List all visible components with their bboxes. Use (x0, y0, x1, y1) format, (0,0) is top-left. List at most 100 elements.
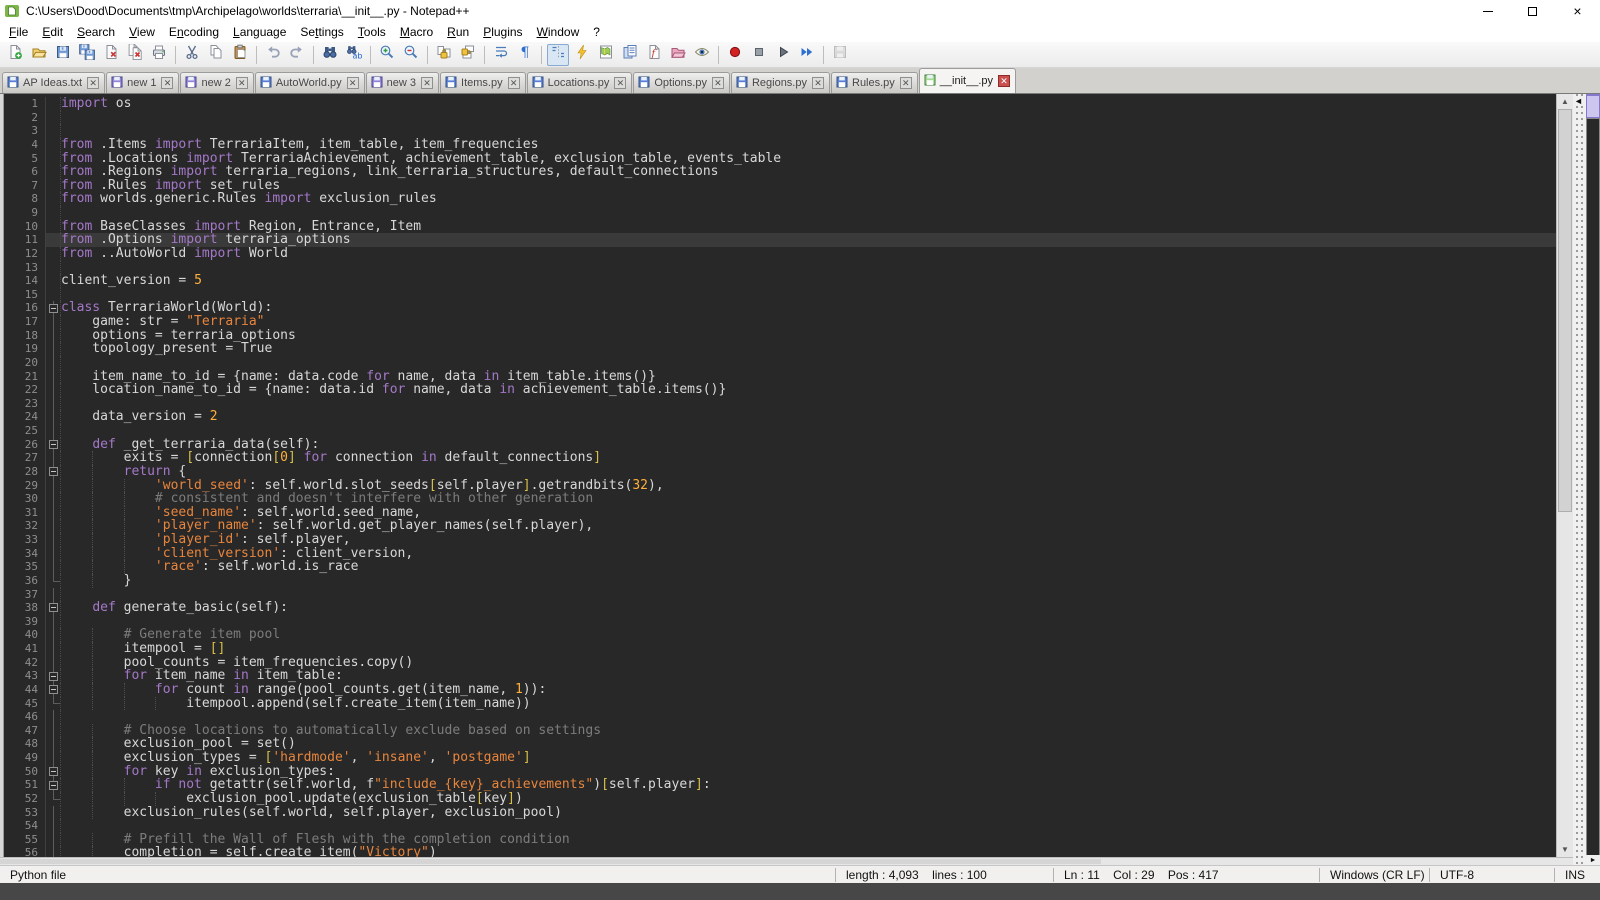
secondary-view-sliver[interactable]: ► (1586, 94, 1600, 865)
fold-marker[interactable] (46, 465, 61, 479)
fold-marker[interactable] (46, 778, 61, 792)
fold-collapse-icon[interactable] (49, 672, 58, 681)
horizontal-scrollbar[interactable] (0, 857, 1573, 865)
tab-close-icon[interactable]: ✕ (998, 75, 1010, 87)
close-all-button[interactable] (124, 44, 146, 66)
tab-close-icon[interactable]: ✕ (614, 77, 626, 89)
save-button[interactable] (52, 44, 74, 66)
sync-vertical-button[interactable] (433, 44, 455, 66)
show-indent-guide-button[interactable] (547, 44, 569, 66)
macro-play-button[interactable] (772, 44, 794, 66)
sync-horizontal-button[interactable] (457, 44, 479, 66)
tab-close-icon[interactable]: ✕ (87, 77, 99, 89)
close-button[interactable] (100, 44, 122, 66)
menu-?[interactable]: ? (586, 23, 607, 41)
menu-plugins[interactable]: Plugins (476, 23, 529, 41)
tab-new-3[interactable]: new 3✕ (366, 72, 439, 93)
macro-run-multiple-button[interactable] (796, 44, 818, 66)
function-list-button[interactable]: f (643, 44, 665, 66)
undo-button[interactable] (262, 44, 284, 66)
word-wrap-button[interactable] (490, 44, 512, 66)
fold-collapse-icon[interactable] (49, 603, 58, 612)
minimize-button[interactable] (1465, 0, 1510, 22)
macro-record-button[interactable] (724, 44, 746, 66)
fold-marker[interactable] (46, 601, 61, 615)
macro-stop-button[interactable] (748, 44, 770, 66)
tab-locations-py[interactable]: Locations.py✕ (527, 72, 633, 93)
tab-new-1[interactable]: new 1✕ (106, 72, 179, 93)
menu-file[interactable]: File (2, 23, 35, 41)
menu-macro[interactable]: Macro (393, 23, 440, 41)
fold-collapse-icon[interactable] (49, 685, 58, 694)
fold-collapse-icon[interactable] (49, 304, 58, 313)
fold-marker[interactable] (46, 765, 61, 779)
menu-settings[interactable]: Settings (293, 23, 350, 41)
zoom-in-button[interactable] (376, 44, 398, 66)
close-button[interactable]: × (1555, 0, 1600, 22)
vertical-scrollbar[interactable]: ▲ ▼ (1556, 94, 1573, 857)
menu-encoding[interactable]: Encoding (162, 23, 226, 41)
view-splitter[interactable]: ◄ (1573, 94, 1586, 865)
menu-window[interactable]: Window (530, 23, 587, 41)
fold-marker[interactable] (46, 669, 61, 683)
tab-close-icon[interactable]: ✕ (347, 77, 359, 89)
document-list-button[interactable] (619, 44, 641, 66)
redo-button[interactable] (286, 44, 308, 66)
fold-collapse-icon[interactable] (49, 781, 58, 790)
scroll-down-arrow-icon[interactable]: ▼ (1557, 842, 1573, 857)
maximize-button[interactable] (1510, 0, 1555, 22)
secondary-view-tab-fragment[interactable] (1586, 94, 1600, 118)
fold-marker[interactable] (46, 683, 61, 697)
fold-collapse-icon[interactable] (49, 767, 58, 776)
tab-close-icon[interactable]: ✕ (421, 77, 433, 89)
tab-autoworld-py[interactable]: AutoWorld.py✕ (255, 72, 365, 93)
show-all-characters-button[interactable]: ¶ (514, 44, 536, 66)
tab-close-icon[interactable]: ✕ (161, 77, 173, 89)
tab-new-2[interactable]: new 2✕ (180, 72, 253, 93)
menu-view[interactable]: View (122, 23, 162, 41)
menu-language[interactable]: Language (226, 23, 293, 41)
menu-run[interactable]: Run (440, 23, 476, 41)
tab-init-py[interactable]: __init__.py✕ (919, 68, 1016, 93)
macro-save-button[interactable] (829, 44, 851, 66)
print-button[interactable] (148, 44, 170, 66)
floppy-icon (445, 76, 457, 91)
tab-ap-ideas-txt[interactable]: AP Ideas.txt✕ (2, 72, 105, 93)
copy-button[interactable] (205, 44, 227, 66)
tab-close-icon[interactable]: ✕ (900, 77, 912, 89)
fold-collapse-icon[interactable] (49, 467, 58, 476)
horizontal-scroll-thumb[interactable] (0, 859, 1101, 864)
tab-close-icon[interactable]: ✕ (508, 77, 520, 89)
save-all-button[interactable] (76, 44, 98, 66)
find-button[interactable] (319, 44, 341, 66)
secondary-scroll-right-icon[interactable]: ► (1586, 855, 1600, 865)
document-map-button[interactable] (595, 44, 617, 66)
vertical-scroll-thumb[interactable] (1558, 109, 1572, 512)
fold-collapse-icon[interactable] (49, 440, 58, 449)
menu-search[interactable]: Search (70, 23, 122, 41)
fold-marker[interactable] (46, 301, 61, 315)
fold-marker[interactable] (46, 438, 61, 452)
tab-scroll-left-icon[interactable]: ◄ (1574, 96, 1583, 106)
new-file-button[interactable] (4, 44, 26, 66)
code-editor[interactable]: 1import os234from .Items import Terraria… (4, 94, 1556, 857)
tab-regions-py[interactable]: Regions.py✕ (731, 72, 830, 93)
menu-tools[interactable]: Tools (351, 23, 393, 41)
folder-as-workspace-button[interactable] (667, 44, 689, 66)
menu-edit[interactable]: Edit (35, 23, 70, 41)
replace-button[interactable]: ab (343, 44, 365, 66)
tab-items-py[interactable]: Items.py✕ (440, 72, 526, 93)
cut-button[interactable] (181, 44, 203, 66)
user-defined-dialog-button[interactable] (571, 44, 593, 66)
tab-close-icon[interactable]: ✕ (236, 77, 248, 89)
paste-button[interactable] (229, 44, 251, 66)
tab-rules-py[interactable]: Rules.py✕ (831, 72, 918, 93)
tab-close-icon[interactable]: ✕ (812, 77, 824, 89)
vertical-scroll-track[interactable] (1557, 109, 1573, 842)
monitoring-button[interactable] (691, 44, 713, 66)
zoom-out-button[interactable] (400, 44, 422, 66)
open-file-button[interactable] (28, 44, 50, 66)
tab-close-icon[interactable]: ✕ (712, 77, 724, 89)
tab-options-py[interactable]: Options.py✕ (633, 72, 730, 93)
scroll-up-arrow-icon[interactable]: ▲ (1557, 94, 1573, 109)
